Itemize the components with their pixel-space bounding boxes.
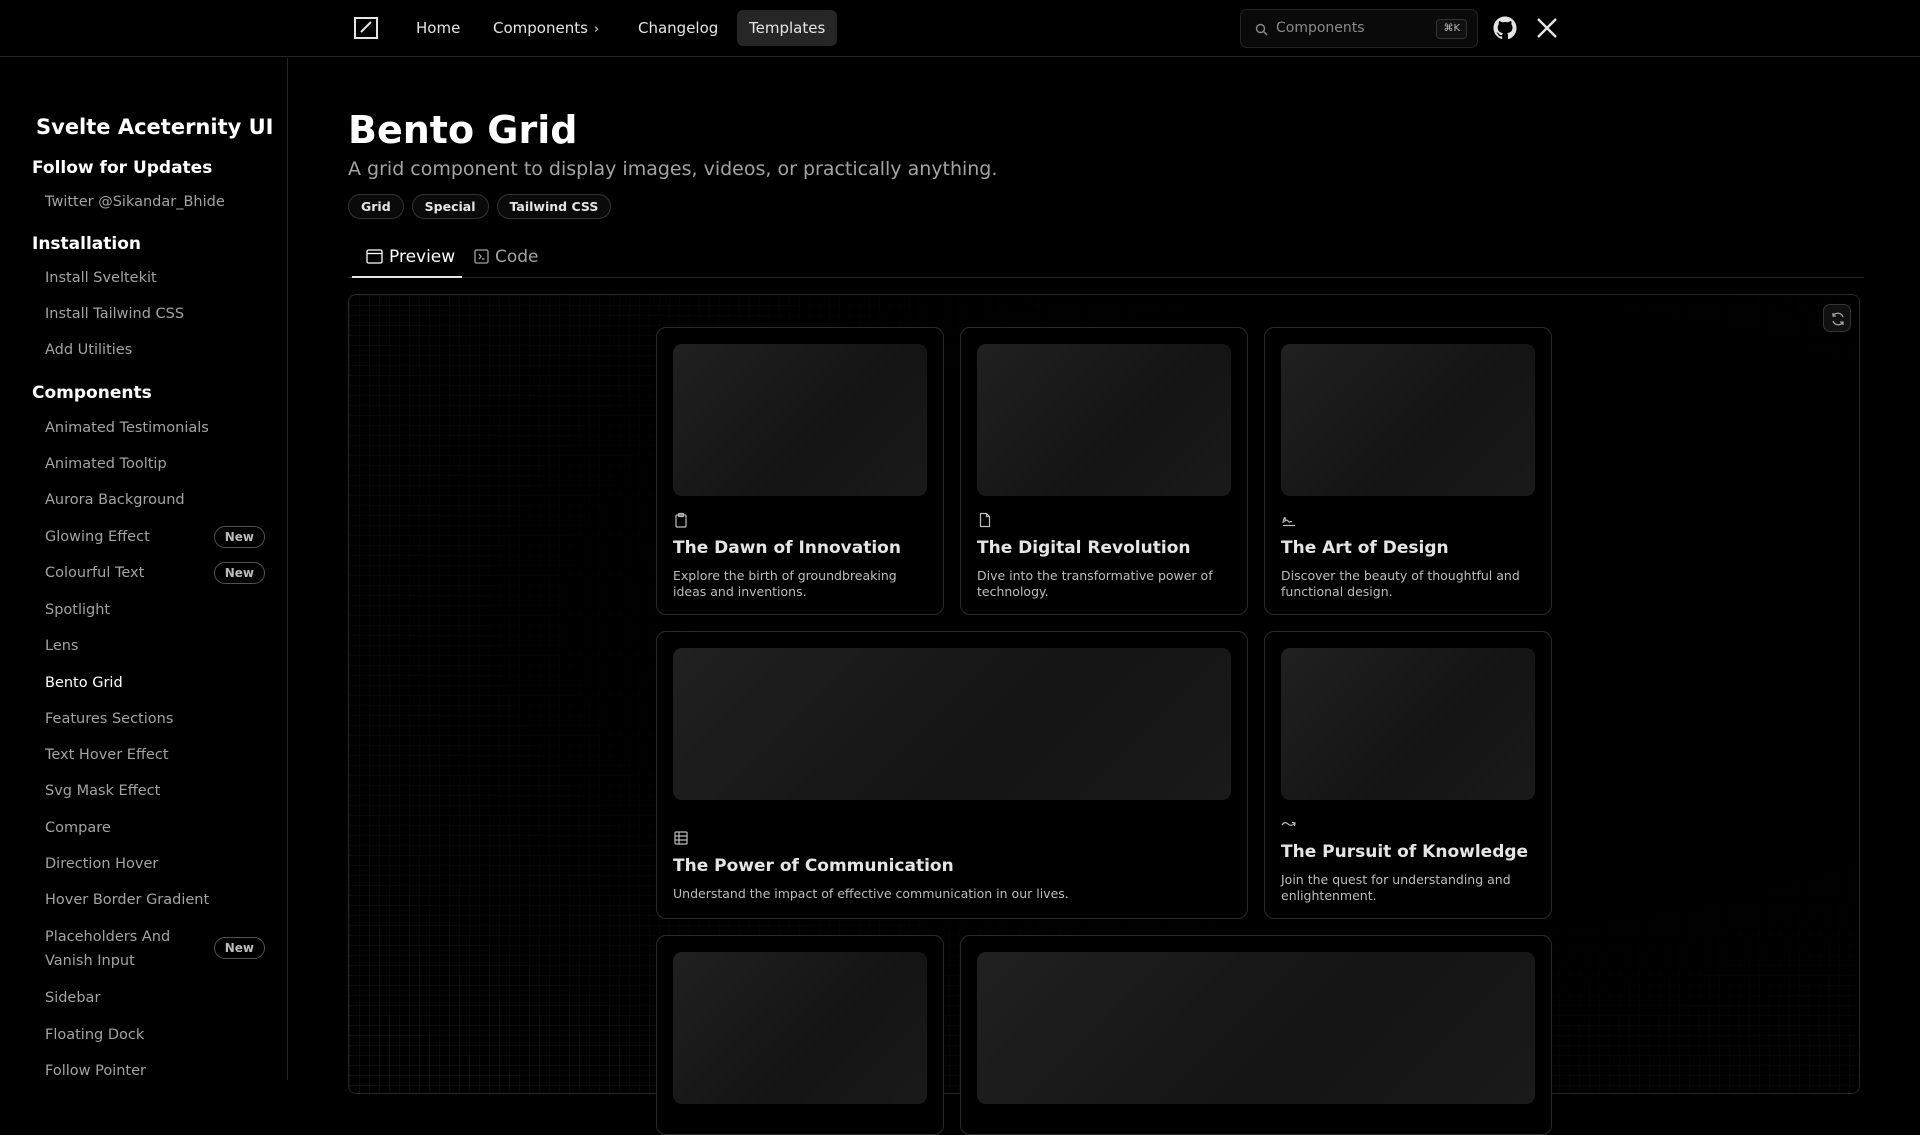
- sidebar-item-label: Colourful Text: [45, 565, 145, 581]
- card-image-placeholder: [1281, 344, 1535, 496]
- card-image-placeholder: [977, 952, 1535, 1104]
- sidebar-item-lens[interactable]: Lens: [45, 634, 265, 658]
- card-title: The Digital Revolution: [977, 538, 1191, 558]
- tab-preview[interactable]: Preview: [352, 238, 462, 278]
- sidebar-item-bento-grid[interactable]: Bento Grid: [45, 671, 265, 695]
- sidebar-item-sidebar[interactable]: Sidebar: [45, 986, 265, 1010]
- nav-changelog-link[interactable]: Changelog: [626, 10, 730, 46]
- sidebar-item-hover-border-gradient[interactable]: Hover Border Gradient: [45, 888, 265, 912]
- bento-card[interactable]: The Digital Revolution Dive into the tra…: [960, 327, 1248, 615]
- refresh-icon: [1832, 312, 1844, 326]
- logo-icon[interactable]: [353, 16, 379, 40]
- sidebar-item-animated-testimonials[interactable]: Animated Testimonials: [45, 416, 265, 440]
- card-description: Understand the impact of effective commu…: [673, 886, 1069, 901]
- sidebar-item-features-sections[interactable]: Features Sections: [45, 707, 265, 731]
- tag-grid: Grid: [348, 194, 404, 219]
- sidebar: Svelte Aceternity UI Follow for Updates …: [0, 58, 288, 1080]
- card-description: Join the quest for understanding and enl…: [1281, 872, 1511, 903]
- sidebar-brand[interactable]: Svelte Aceternity UI: [36, 115, 273, 139]
- x-twitter-icon[interactable]: [1536, 17, 1558, 39]
- card-title: The Pursuit of Knowledge: [1281, 842, 1529, 862]
- sidebar-item-install-tailwind[interactable]: Install Tailwind CSS: [45, 302, 265, 326]
- window-icon: [366, 249, 383, 264]
- sidebar-item-spotlight[interactable]: Spotlight: [45, 598, 265, 622]
- installation-section-title: Installation: [32, 234, 142, 254]
- arrow-wave-icon: [1281, 821, 1296, 827]
- github-icon[interactable]: [1493, 16, 1517, 40]
- signature-icon: [1282, 516, 1295, 527]
- components-section-title: Components: [32, 383, 152, 403]
- search-placeholder: Components: [1276, 20, 1365, 36]
- sidebar-item-placeholders-vanish-input[interactable]: Placeholders And Vanish Input New: [45, 925, 265, 973]
- card-description: Dive into the transformative power of te…: [977, 568, 1213, 599]
- file-icon: [979, 512, 991, 528]
- card-description: Discover the beauty of thoughtful and fu…: [1281, 568, 1520, 599]
- tab-code-label: Code: [495, 247, 539, 267]
- bento-card[interactable]: [656, 935, 944, 1135]
- bento-card[interactable]: [960, 935, 1552, 1135]
- new-badge: New: [213, 562, 265, 584]
- tab-preview-label: Preview: [389, 247, 456, 267]
- page-title: Bento Grid: [348, 108, 578, 152]
- refresh-button[interactable]: [1823, 304, 1851, 332]
- sidebar-item-label: Glowing Effect: [45, 529, 150, 545]
- bento-card[interactable]: The Dawn of Innovation Explore the birth…: [656, 327, 944, 615]
- sidebar-item-install-sveltekit[interactable]: Install Sveltekit: [45, 266, 265, 290]
- chevron-right-icon: ›: [593, 22, 600, 37]
- search-shortcut-badge: ⌘K: [1436, 19, 1467, 39]
- follow-section-title: Follow for Updates: [32, 158, 213, 178]
- bento-card[interactable]: The Pursuit of Knowledge Join the quest …: [1264, 631, 1552, 919]
- nav-components-label: Components: [493, 19, 588, 37]
- sidebar-item-direction-hover[interactable]: Direction Hover: [45, 852, 265, 876]
- new-badge: New: [213, 526, 265, 548]
- sidebar-item-twitter[interactable]: Twitter @Sikandar_Bhide: [45, 190, 265, 214]
- card-title: The Power of Communication: [673, 856, 954, 876]
- card-image-placeholder: [673, 344, 927, 496]
- search-icon: [1255, 23, 1268, 36]
- clipboard-copy-icon: [675, 512, 687, 528]
- card-title: The Art of Design: [1281, 538, 1449, 558]
- page-subtitle: A grid component to display images, vide…: [348, 158, 998, 180]
- sidebar-item-colourful-text[interactable]: Colourful Text New: [45, 561, 265, 585]
- new-badge: New: [213, 937, 265, 959]
- code-icon: [474, 249, 489, 264]
- bento-card[interactable]: The Power of Communication Understand th…: [656, 631, 1248, 919]
- sidebar-item-compare[interactable]: Compare: [45, 816, 265, 840]
- sidebar-item-glowing-effect[interactable]: Glowing Effect New: [45, 525, 265, 549]
- nav-templates-link[interactable]: Templates: [737, 10, 838, 46]
- card-title: The Dawn of Innovation: [673, 538, 901, 558]
- tab-code[interactable]: Code: [474, 238, 539, 278]
- nav-components-link[interactable]: Components ›: [481, 10, 611, 46]
- card-image-placeholder: [673, 648, 1231, 800]
- sidebar-item-animated-tooltip[interactable]: Animated Tooltip: [45, 452, 265, 476]
- nav-home-link[interactable]: Home: [404, 10, 472, 46]
- top-navbar: Home Components › Changelog Templates Com…: [0, 0, 1920, 57]
- card-description: Explore the birth of groundbreaking idea…: [673, 568, 897, 599]
- preview-code-tabs: Preview Code: [348, 238, 1864, 278]
- card-image-placeholder: [977, 344, 1231, 496]
- sidebar-item-text-hover-effect[interactable]: Text Hover Effect: [45, 743, 265, 767]
- search-input[interactable]: Components ⌘K: [1240, 9, 1478, 48]
- sidebar-item-svg-mask-effect[interactable]: Svg Mask Effect: [45, 779, 265, 803]
- sidebar-item-add-utilities[interactable]: Add Utilities: [45, 338, 265, 362]
- card-image-placeholder: [1281, 648, 1535, 800]
- tag-special: Special: [411, 194, 489, 219]
- tag-tailwind-css: Tailwind CSS: [496, 194, 612, 219]
- card-image-placeholder: [673, 952, 927, 1104]
- sidebar-item-follow-pointer[interactable]: Follow Pointer: [45, 1059, 265, 1080]
- sidebar-item-floating-dock[interactable]: Floating Dock: [45, 1023, 265, 1047]
- table-columns-icon: [674, 831, 688, 845]
- tag-list: Grid Special Tailwind CSS: [348, 194, 612, 219]
- sidebar-item-aurora-background[interactable]: Aurora Background: [45, 488, 265, 512]
- bento-card[interactable]: The Art of Design Discover the beauty of…: [1264, 327, 1552, 615]
- sidebar-item-label: Placeholders And Vanish Input: [45, 929, 171, 969]
